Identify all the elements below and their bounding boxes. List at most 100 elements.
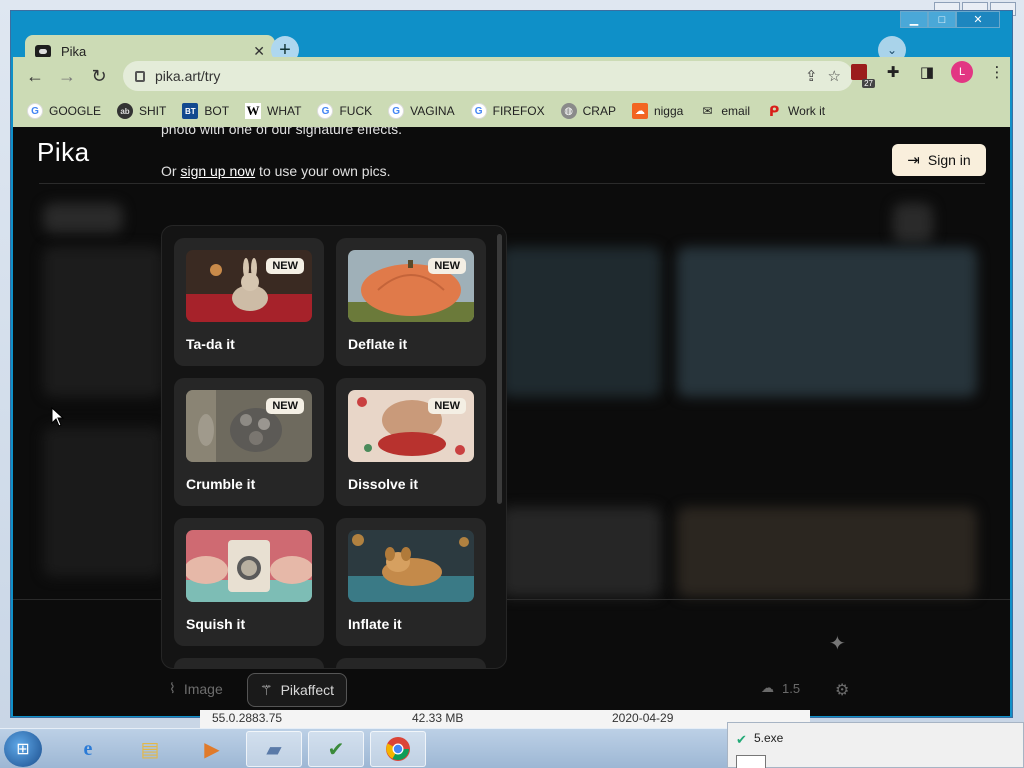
globe-icon: ◍ bbox=[560, 103, 577, 119]
sparkle-icon[interactable]: ✦ bbox=[829, 631, 846, 656]
sign-in-icon: ⇥ bbox=[907, 152, 920, 169]
extension-badge: 27 bbox=[862, 79, 875, 88]
bookmark-star-icon[interactable]: ☆ bbox=[828, 67, 841, 85]
blurred-tab bbox=[43, 203, 123, 233]
bookmark-google[interactable]: G GOOGLE bbox=[27, 103, 101, 119]
chrome-icon[interactable] bbox=[370, 731, 426, 767]
extensions-puzzle-icon[interactable]: ✚ bbox=[883, 62, 903, 82]
sign-in-button[interactable]: ⇥ Sign in bbox=[892, 144, 986, 176]
effect-card-partial[interactable] bbox=[336, 658, 486, 668]
ublock-extension-icon[interactable]: 27 bbox=[849, 62, 875, 88]
blurred-card bbox=[501, 507, 661, 597]
background-file-row: 55.0.2883.75 42.33 MB 2020-04-29 bbox=[200, 710, 810, 728]
wikipedia-icon: W bbox=[245, 103, 262, 119]
media-player-icon[interactable]: ▶ bbox=[184, 731, 240, 767]
side-panel-icon[interactable]: ◨ bbox=[917, 62, 937, 82]
address-bar[interactable]: pika.art/try ⇪ ☆ bbox=[123, 61, 853, 91]
bookmark-bot[interactable]: BT BOT bbox=[182, 103, 229, 119]
pikaffect-menu: NEW Ta-da it NEW Deflate it NEW Crumble … bbox=[161, 225, 507, 669]
soundcloud-icon: ☁ bbox=[631, 103, 648, 119]
effect-label: Deflate it bbox=[348, 336, 408, 352]
popup-title: 5.exe bbox=[754, 731, 784, 745]
effect-card-crumble[interactable]: NEW Crumble it bbox=[174, 378, 324, 506]
menu-kebab-icon[interactable]: ⋮ bbox=[987, 62, 1007, 82]
effect-card-squish[interactable]: Squish it bbox=[174, 518, 324, 646]
start-button[interactable]: ⊞ bbox=[4, 731, 42, 767]
menu-scrollbar[interactable] bbox=[497, 234, 502, 504]
file-explorer-icon[interactable]: ▤ bbox=[122, 731, 178, 767]
paperclip-icon: ⌇ bbox=[169, 680, 176, 696]
bunny-thumbnail: NEW bbox=[186, 250, 312, 322]
exe-popup-window: ✔ 5.exe bbox=[727, 722, 1024, 768]
bookmark-firefox[interactable]: G FIREFOX bbox=[470, 103, 545, 119]
bookmark-nigga[interactable]: ☁ nigga bbox=[631, 103, 683, 119]
crumble-thumbnail: NEW bbox=[186, 390, 312, 462]
sign-up-link[interactable]: sign up now bbox=[180, 163, 255, 179]
header-divider bbox=[39, 183, 985, 184]
exe-icon: ✔ bbox=[736, 732, 747, 747]
internet-explorer-icon[interactable]: e bbox=[60, 731, 116, 767]
effect-card-deflate[interactable]: NEW Deflate it bbox=[336, 238, 486, 366]
bg-size-text: 42.33 MB bbox=[412, 711, 464, 725]
taskbar: ⊞ e ▤ ▶ ▰ ✔ bbox=[0, 728, 727, 768]
checklist-app-icon[interactable]: ✔ bbox=[308, 731, 364, 767]
new-badge: NEW bbox=[428, 398, 466, 414]
image-button[interactable]: ⌇ Image bbox=[169, 680, 223, 697]
credits-indicator: ☁ 1.5 bbox=[761, 680, 801, 696]
bookmark-what[interactable]: W WHAT bbox=[245, 103, 301, 119]
new-badge: NEW bbox=[266, 258, 304, 274]
bookmark-work-it[interactable]: ᑭ Work it bbox=[766, 103, 825, 119]
squish-thumbnail bbox=[186, 530, 312, 602]
reload-button[interactable]: ↻ bbox=[83, 60, 115, 92]
effect-card-dissolve[interactable]: NEW Dissolve it bbox=[336, 378, 486, 506]
popup-field[interactable] bbox=[736, 755, 766, 768]
google-icon: G bbox=[27, 103, 43, 119]
scanner-app-icon[interactable]: ▰ bbox=[246, 731, 302, 767]
bookmark-shit[interactable]: ab SHIT bbox=[117, 103, 166, 119]
blurred-card bbox=[677, 247, 977, 397]
effect-label: Ta-da it bbox=[186, 336, 235, 352]
new-badge: NEW bbox=[428, 258, 466, 274]
share-icon[interactable]: ⇪ bbox=[805, 67, 818, 85]
mail-icon: ✉ bbox=[702, 104, 713, 118]
google-icon: G bbox=[470, 103, 487, 119]
blurred-card bbox=[43, 427, 163, 577]
pika-logo[interactable]: Pika bbox=[37, 137, 90, 168]
browser-window: ▁ □ ✕ Pika ✕ + ⌄ ← → ↻ pika.art/try ⇪ ☆ … bbox=[10, 10, 1013, 718]
page-viewport: Pika photo with one of our signature eff… bbox=[13, 127, 1010, 716]
effect-card-inflate[interactable]: Inflate it bbox=[336, 518, 486, 646]
magic-wand-icon: ⚚ bbox=[260, 681, 273, 698]
intro-text-line2: Or sign up now to use your own pics. bbox=[161, 163, 391, 179]
profile-avatar[interactable]: L bbox=[951, 61, 973, 83]
tab-strip: Pika ✕ + ⌄ bbox=[13, 21, 1010, 67]
bookmark-fuck[interactable]: G FUCK bbox=[317, 103, 372, 119]
blurred-card bbox=[677, 507, 977, 597]
blurred-button bbox=[893, 203, 933, 243]
effect-label: Crumble it bbox=[186, 476, 256, 492]
bg-date-text: 2020-04-29 bbox=[612, 711, 674, 725]
settings-sliders-icon[interactable]: ⚙ bbox=[835, 680, 849, 700]
effect-card-tada[interactable]: NEW Ta-da it bbox=[174, 238, 324, 366]
url-text: pika.art/try bbox=[155, 68, 221, 84]
effect-label: Squish it bbox=[186, 616, 246, 632]
google-icon: G bbox=[317, 103, 334, 119]
google-icon: G bbox=[388, 103, 405, 119]
effect-label: Inflate it bbox=[348, 616, 402, 632]
dissolve-thumbnail: NEW bbox=[348, 390, 474, 462]
pumpkin-thumbnail: NEW bbox=[348, 250, 474, 322]
back-button[interactable]: ← bbox=[19, 60, 51, 92]
pikaffect-button[interactable]: ⚚ Pikaffect bbox=[247, 673, 347, 707]
extensions-area: 27 ✚ ◨ L ⋮ bbox=[849, 61, 1007, 88]
pika-favicon-icon bbox=[35, 44, 51, 58]
bookmark-crap[interactable]: ◍ CRAP bbox=[560, 103, 616, 119]
bookmark-vagina[interactable]: G VAGINA bbox=[388, 103, 455, 119]
site-info-icon[interactable] bbox=[135, 70, 145, 82]
new-badge: NEW bbox=[266, 398, 304, 414]
blurred-card bbox=[43, 247, 163, 397]
bookmark-email[interactable]: ✉ email bbox=[699, 103, 750, 119]
effect-card-partial[interactable] bbox=[174, 658, 324, 668]
forward-button[interactable]: → bbox=[51, 60, 83, 92]
puppy-thumbnail bbox=[348, 530, 474, 602]
pinterest-icon: ᑭ bbox=[768, 102, 780, 119]
bg-version-text: 55.0.2883.75 bbox=[212, 711, 283, 725]
